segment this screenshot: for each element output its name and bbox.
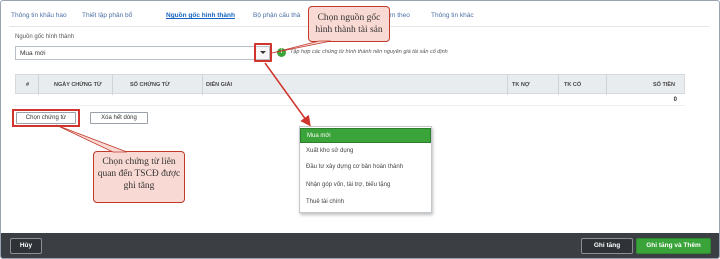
arrow-to-dropdown [264, 62, 311, 127]
dialog-frame: Thông tin khấu hao Thiết lập phân bổ Ngu… [0, 0, 720, 259]
annotation-arrows [55, 40, 332, 153]
callout-pointer [55, 124, 128, 153]
record-increase-and-add-button[interactable]: Ghi tăng và Thêm [636, 238, 711, 254]
cancel-button[interactable]: Hủy [10, 238, 42, 254]
callout-pointer [271, 40, 332, 54]
record-increase-button[interactable]: Ghi tăng [581, 238, 633, 254]
footer-bar: Hủy Ghi tăng Ghi tăng và Thêm [1, 233, 719, 258]
